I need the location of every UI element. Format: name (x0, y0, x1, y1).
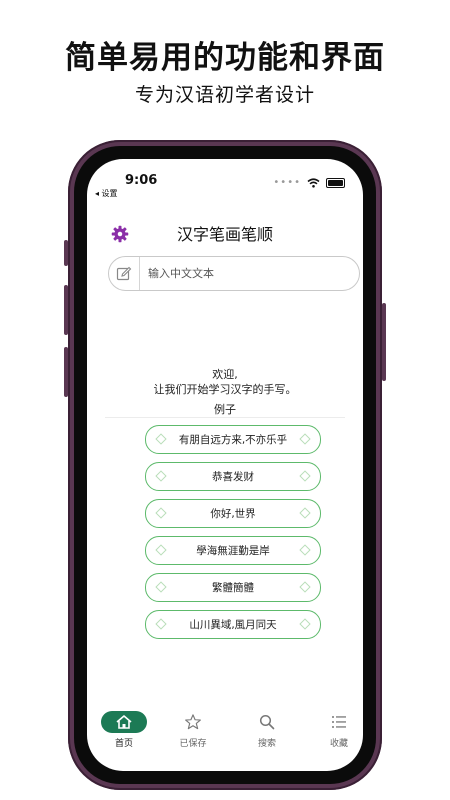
home-icon (101, 711, 147, 733)
promo-headline: 简单易用的功能和界面 (65, 40, 385, 76)
example-button[interactable]: 恭喜发财 (145, 462, 321, 491)
diamond-icon (155, 470, 167, 482)
diamond-icon (299, 544, 311, 556)
tab-search-label: 搜索 (257, 739, 276, 749)
promo-subline: 专为汉语初学者设计 (134, 84, 315, 106)
nav-title: 汉字笔画笔顺 (176, 225, 273, 244)
volume-down-button (64, 347, 68, 397)
tab-home[interactable]: 首页 (94, 711, 154, 749)
edit-icon (109, 257, 140, 290)
tab-bar: 首页 已保存 搜索 收藏 (87, 711, 363, 755)
battery-icon (326, 177, 345, 188)
diamond-icon (299, 618, 311, 630)
welcome-line-2: 让我们开始学习汉字的手写。 (153, 383, 297, 396)
wifi-icon (307, 177, 320, 188)
welcome-message: 欢迎, 让我们开始学习汉字的手写。 (87, 367, 363, 397)
diamond-icon (299, 507, 311, 519)
diamond-icon (155, 433, 167, 445)
example-text: 繁體簡體 (212, 582, 254, 594)
divider (105, 417, 345, 418)
example-button[interactable]: 學海無涯勤是岸 (145, 536, 321, 565)
example-text: 恭喜发财 (212, 471, 254, 483)
phone-bezel: 9:06 ◂ 设置 •••• 汉字笔画笔顺 输入中文文本 欢迎, 让我们开始学习… (74, 146, 376, 784)
welcome-line-1: 欢迎, (212, 368, 238, 381)
example-text: 你好,世界 (210, 508, 256, 520)
diamond-icon (299, 433, 311, 445)
example-text: 學海無涯勤是岸 (196, 545, 270, 557)
example-button[interactable]: 繁體簡體 (145, 573, 321, 602)
status-indicators: •••• (273, 177, 345, 188)
example-button[interactable]: 山川異域,風月同天 (145, 610, 321, 639)
tab-saved-label: 已保存 (179, 739, 207, 749)
example-button[interactable]: 有朋自远方来,不亦乐乎 (145, 425, 321, 454)
example-text: 有朋自远方来,不亦乐乎 (178, 434, 288, 446)
search-field[interactable] (108, 256, 360, 291)
status-time: 9:06 (125, 173, 158, 188)
promo-page: 简单易用的功能和界面 专为汉语初学者设计 9:06 ◂ 设置 •••• 汉字笔画… (0, 0, 450, 800)
diamond-icon (155, 618, 167, 630)
chinese-text-input[interactable] (146, 266, 350, 281)
tab-saved[interactable]: 已保存 (163, 711, 223, 749)
phone-frame: 9:06 ◂ 设置 •••• 汉字笔画笔顺 输入中文文本 欢迎, 让我们开始学习… (64, 140, 386, 790)
tab-home-label: 首页 (114, 739, 133, 749)
power-button (382, 303, 386, 381)
mute-switch (64, 240, 68, 266)
tab-search[interactable]: 搜索 (237, 711, 297, 749)
example-text: 山川異域,風月同天 (189, 619, 277, 631)
search-icon (237, 711, 297, 733)
tab-favorites[interactable]: 收藏 (309, 711, 363, 749)
list-icon (309, 711, 363, 733)
app-screen: 9:06 ◂ 设置 •••• 汉字笔画笔顺 输入中文文本 欢迎, 让我们开始学习… (87, 159, 363, 771)
examples-list: 有朋自远方来,不亦乐乎 恭喜发财 你好,世界 學海無涯勤是岸 繁體簡體 山川異域… (145, 425, 321, 647)
diamond-icon (299, 581, 311, 593)
diamond-icon (155, 581, 167, 593)
status-back-link[interactable]: ◂ 设置 (95, 188, 118, 199)
diamond-icon (155, 507, 167, 519)
diamond-icon (155, 544, 167, 556)
volume-up-button (64, 285, 68, 335)
example-button[interactable]: 你好,世界 (145, 499, 321, 528)
examples-heading: 例子 (214, 403, 236, 416)
diamond-icon (299, 470, 311, 482)
signal-dots-icon: •••• (273, 177, 301, 188)
star-icon (163, 711, 223, 733)
tab-favorites-label: 收藏 (329, 739, 348, 749)
